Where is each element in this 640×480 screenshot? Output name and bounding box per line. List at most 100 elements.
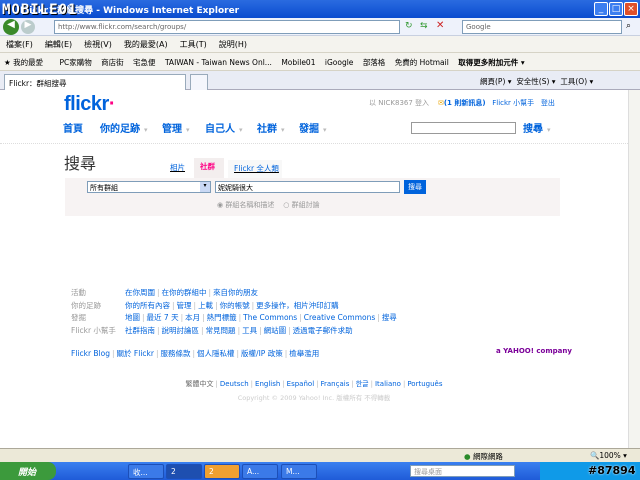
fav-delivery[interactable]: 宅急便 [133,58,156,67]
language-link[interactable]: Français [321,380,350,388]
language-link[interactable]: Español [287,380,314,388]
footer-link[interactable]: 在你周圍 [125,288,155,297]
tools-menu[interactable]: 工具(O) ▾ [560,77,593,86]
footer-blog-link[interactable]: 檢舉濫用 [289,349,319,358]
fav-hotmail[interactable]: 免費的 Hotmail [395,58,449,67]
footer-link[interactable]: 最近 7 天 [147,313,179,322]
minimize-button[interactable]: _ [594,2,608,16]
menu-view[interactable]: 檢視(V) [84,40,112,49]
forward-button[interactable]: ▶ [21,20,35,34]
tab-groups[interactable]: 社群 [194,158,224,178]
favorites-button[interactable]: ★ 我的最愛 [4,58,50,67]
vertical-scrollbar[interactable] [628,90,640,448]
footer-link[interactable]: 來自你的朋友 [213,288,258,297]
footer-link[interactable]: 更多操作，相片沖印訂購 [256,301,339,310]
footer-link[interactable]: 透過電子郵件求助 [293,326,353,335]
footer-link[interactable]: 地圖 [125,313,140,322]
page-menu[interactable]: 網頁(P) ▾ [480,77,512,86]
menu-file[interactable]: 檔案(F) [6,40,33,49]
search-button[interactable]: 搜尋 [404,180,426,194]
fav-pchome[interactable]: PC家購物 [60,58,92,67]
nav-groups[interactable]: 社群 ▾ [257,120,285,135]
new-tab-button[interactable] [190,74,208,90]
nav-you[interactable]: 你的足跡 ▾ [100,120,148,135]
search-icon[interactable]: ⌕ [626,21,631,31]
taskbar-item[interactable]: 收... [128,464,164,479]
zoom-level[interactable]: 🔍100% ▾ [590,451,627,460]
refresh-icon[interactable]: ↻ [405,21,413,31]
footer-link[interactable]: 工具 [242,326,257,335]
fav-taiwan-news[interactable]: TAIWAN - Taiwan News Onl... [165,58,272,67]
footer-link[interactable]: 上載 [198,301,213,310]
menu-help[interactable]: 說明(H) [219,40,247,49]
taskbar-item[interactable]: A... [242,464,278,479]
footer-link[interactable]: 熱門標籤 [207,313,237,322]
footer-blog-link[interactable]: Flickr Blog [71,349,110,358]
desktop-search-input[interactable]: 搜尋桌面 [410,465,515,477]
nav-explore[interactable]: 發掘 ▾ [299,120,327,135]
menu-tools[interactable]: 工具(T) [180,40,207,49]
language-link[interactable]: Português [407,380,442,388]
footer-blog-link[interactable]: 關於 Flickr [117,349,154,358]
menu-favorites[interactable]: 我的最愛(A) [124,40,168,49]
footer-link[interactable]: 網站圖 [264,326,287,335]
footer-blog-link[interactable]: 服務條款 [160,349,190,358]
query-input[interactable]: 妮妮騎很大 [215,181,400,193]
close-button[interactable]: × [624,2,638,16]
fav-addons[interactable]: 取得更多附加元件 ▾ [458,58,524,67]
new-messages-link[interactable]: (1 則新訊息) [444,99,486,107]
footer-link[interactable]: 你的帳號 [220,301,250,310]
footer-link[interactable]: 你的所有內容 [125,301,170,310]
tab-photos[interactable]: 相片 [164,160,192,176]
back-button[interactable]: ◀ [3,19,19,35]
go-icon[interactable]: ⇆ [420,21,428,31]
stop-icon[interactable]: ✕ [436,20,444,31]
footer-link[interactable]: 搜尋 [382,313,397,322]
footer-link[interactable]: 說明討論區 [162,326,200,335]
language-link[interactable]: Deutsch [220,380,249,388]
nav-home[interactable]: 首頁 [63,120,83,135]
fav-store[interactable]: 商店街 [101,58,124,67]
browser-tab[interactable]: Flickr：群組搜尋 [4,74,186,90]
footer-link[interactable]: 本月 [185,313,200,322]
taskbar-item[interactable]: M... [281,464,317,479]
language-link[interactable]: English [255,380,280,388]
footer-link[interactable]: Creative Commons [304,313,376,322]
footer-row-label: Flickr 小幫手 [71,325,116,335]
footer-row-links: 在你周圍 | 在你的群組中 | 來自你的朋友 [125,288,259,297]
safety-menu[interactable]: 安全性(S) ▾ [516,77,555,86]
footer-blog-link[interactable]: 個人隱私權 [197,349,235,358]
flickr-logo[interactable]: flickr· [64,93,115,116]
taskbar-item[interactable]: 2 [204,464,240,479]
url-input[interactable]: http://www.flickr.com/search/groups/ [54,20,400,34]
footer-row-links: 社群指南 | 說明討論區 | 常見問題 | 工具 | 網站圖 | 透過電子郵件求助 [125,325,353,335]
header-search-button[interactable]: 搜尋 ▾ [523,120,551,135]
start-button[interactable]: 開始 [0,462,56,480]
logout-link[interactable]: 登出 [541,99,555,107]
footer-link[interactable]: 社群指南 [125,326,155,335]
help-link[interactable]: Flickr 小幫手 [492,99,534,107]
footer-link[interactable]: 管理 [177,301,192,310]
watermark-tag: #87894 [588,464,636,477]
fav-mobile01[interactable]: Mobile01 [281,58,315,67]
search-input[interactable]: Google [462,20,622,34]
taskbar-item[interactable]: 2 [166,464,202,479]
maximize-button[interactable]: □ [609,2,623,16]
footer-link[interactable]: 在你的群組中 [162,288,207,297]
yahoo-logo: a YAHOO! company [496,347,572,355]
header-search-input[interactable] [411,122,516,134]
fav-igoogle[interactable]: iGoogle [325,58,354,67]
language-link[interactable]: Italiano [375,380,401,388]
menu-edit[interactable]: 編輯(E) [45,40,72,49]
nav-contacts[interactable]: 自己人 ▾ [205,120,243,135]
tab-people[interactable]: Flickr 全人類 [228,160,282,178]
radio-discussions[interactable]: ○ 群組討論 [283,201,319,209]
nav-organize[interactable]: 管理 ▾ [162,120,190,135]
footer-link[interactable]: 常見問題 [206,326,236,335]
scope-select[interactable]: 所有群組 ▾ [87,181,211,193]
footer-link[interactable]: The Commons [243,313,297,322]
footer-blog-link[interactable]: 版權/IP 政策 [241,349,283,358]
fav-blog[interactable]: 部落格 [363,58,386,67]
language-link[interactable]: 한글 [356,380,369,388]
radio-name-desc[interactable]: ◉ 群組名稱和描述 [217,201,274,209]
